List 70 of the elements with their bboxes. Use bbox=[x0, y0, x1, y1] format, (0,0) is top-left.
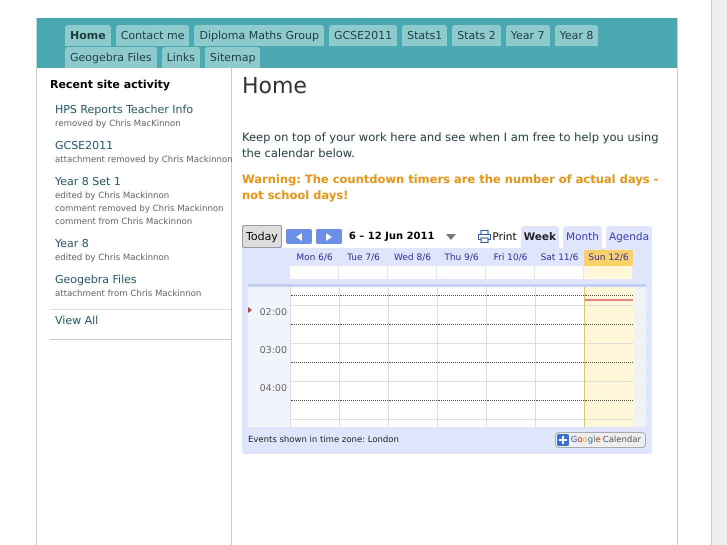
day-column[interactable] bbox=[486, 287, 535, 427]
day-header[interactable]: Thu 9/6 bbox=[437, 250, 486, 266]
nav-tab[interactable]: Contact me bbox=[116, 25, 190, 46]
page-scrollbar[interactable] bbox=[711, 0, 727, 545]
dropdown-caret-icon[interactable] bbox=[446, 234, 456, 240]
print-button[interactable]: Print bbox=[478, 230, 517, 243]
google-calendar-badge[interactable]: Google Calendar bbox=[554, 432, 646, 448]
all-day-cell[interactable] bbox=[437, 266, 485, 279]
view-all-link[interactable]: View All bbox=[50, 309, 231, 327]
all-day-cell[interactable] bbox=[584, 266, 632, 279]
today-button[interactable]: Today bbox=[242, 225, 282, 248]
date-range: 6 – 12 Jun 2011 bbox=[348, 231, 434, 242]
day-header[interactable]: Tue 7/6 bbox=[339, 250, 388, 266]
sidebar-title: Recent site activity bbox=[50, 78, 172, 91]
next-button[interactable] bbox=[316, 229, 342, 244]
activity-page-link[interactable]: Year 8 Set 1 bbox=[55, 175, 231, 188]
hour-label: 03:00 bbox=[258, 345, 288, 358]
activity-event: comment removed by Chris Mackinnon bbox=[55, 203, 225, 216]
right-triangle-icon bbox=[326, 232, 332, 240]
activity-event: edited by Chris Mackinnon bbox=[55, 190, 170, 203]
hour-label: 04:00 bbox=[258, 383, 288, 396]
activity-page-link[interactable]: HPS Reports Teacher Info bbox=[55, 103, 231, 116]
activity-page-link[interactable]: Geogebra Files bbox=[55, 273, 231, 286]
nav-tab[interactable]: GCSE2011 bbox=[328, 25, 398, 46]
activity-event: attachment removed by Chris Mackinnon bbox=[55, 154, 231, 167]
day-column[interactable] bbox=[437, 287, 486, 427]
all-day-cell[interactable] bbox=[388, 266, 436, 279]
nav-tab[interactable]: Diploma Maths Group bbox=[194, 25, 324, 46]
nav-tab[interactable]: Sitemap bbox=[204, 47, 260, 68]
timezone-note: Events shown in time zone: London bbox=[248, 435, 399, 445]
day-header[interactable]: Sat 11/6 bbox=[535, 250, 584, 266]
day-header[interactable]: Fri 10/6 bbox=[486, 250, 535, 266]
nav-tab[interactable]: Year 7 bbox=[506, 25, 550, 46]
activity-event: comment from Chris Mackinnon bbox=[55, 216, 194, 229]
day-column[interactable] bbox=[339, 287, 388, 427]
intro-text: Keep on top of your work here and see when I am free to help you using the calendar below. bbox=[242, 129, 660, 161]
activity-page-link[interactable]: GCSE2011 bbox=[55, 139, 231, 152]
view-tab[interactable]: Week bbox=[520, 226, 560, 248]
nav-tab[interactable]: Links bbox=[162, 47, 200, 68]
plus-icon bbox=[556, 434, 569, 446]
nav-tab[interactable]: Home bbox=[65, 25, 111, 46]
current-time-marker-icon bbox=[248, 307, 252, 313]
day-header[interactable]: Mon 6/6 bbox=[290, 250, 339, 266]
nav-tab[interactable]: Stats1 bbox=[402, 25, 448, 46]
warning-text: Warning: The countdown timers are the number of actual days - not school days! bbox=[242, 171, 660, 203]
nav-tab[interactable]: Geogebra Files bbox=[65, 47, 157, 68]
activity-event: attachment from Chris Mackinnon bbox=[55, 288, 202, 301]
previous-button[interactable] bbox=[286, 229, 312, 244]
day-header[interactable]: Wed 8/6 bbox=[388, 250, 437, 266]
all-day-cell[interactable] bbox=[290, 266, 338, 279]
activity-event: edited by Chris Mackinnon bbox=[55, 252, 170, 265]
calendar-scrollbar[interactable] bbox=[633, 287, 646, 427]
view-tab[interactable]: Month bbox=[563, 226, 602, 248]
all-day-cell[interactable] bbox=[339, 266, 387, 279]
activity-event: removed by Chris MacKinnon bbox=[55, 118, 182, 131]
day-column[interactable] bbox=[584, 287, 633, 427]
all-day-cell[interactable] bbox=[486, 266, 534, 279]
day-header[interactable]: Sun 12/6 bbox=[584, 250, 633, 266]
left-triangle-icon bbox=[296, 232, 302, 240]
hour-label: 02:00 bbox=[258, 307, 288, 320]
nav-tab[interactable]: Stats 2 bbox=[452, 25, 501, 46]
activity-page-link[interactable]: Year 8 bbox=[55, 237, 231, 250]
printer-icon bbox=[478, 230, 492, 243]
nav-tab[interactable]: Year 8 bbox=[554, 25, 598, 46]
day-column[interactable] bbox=[535, 287, 584, 427]
day-column[interactable] bbox=[388, 287, 437, 427]
day-column[interactable] bbox=[290, 287, 339, 427]
page-title: Home bbox=[242, 74, 308, 99]
all-day-cell[interactable] bbox=[535, 266, 583, 279]
view-tab[interactable]: Agenda bbox=[606, 226, 652, 248]
